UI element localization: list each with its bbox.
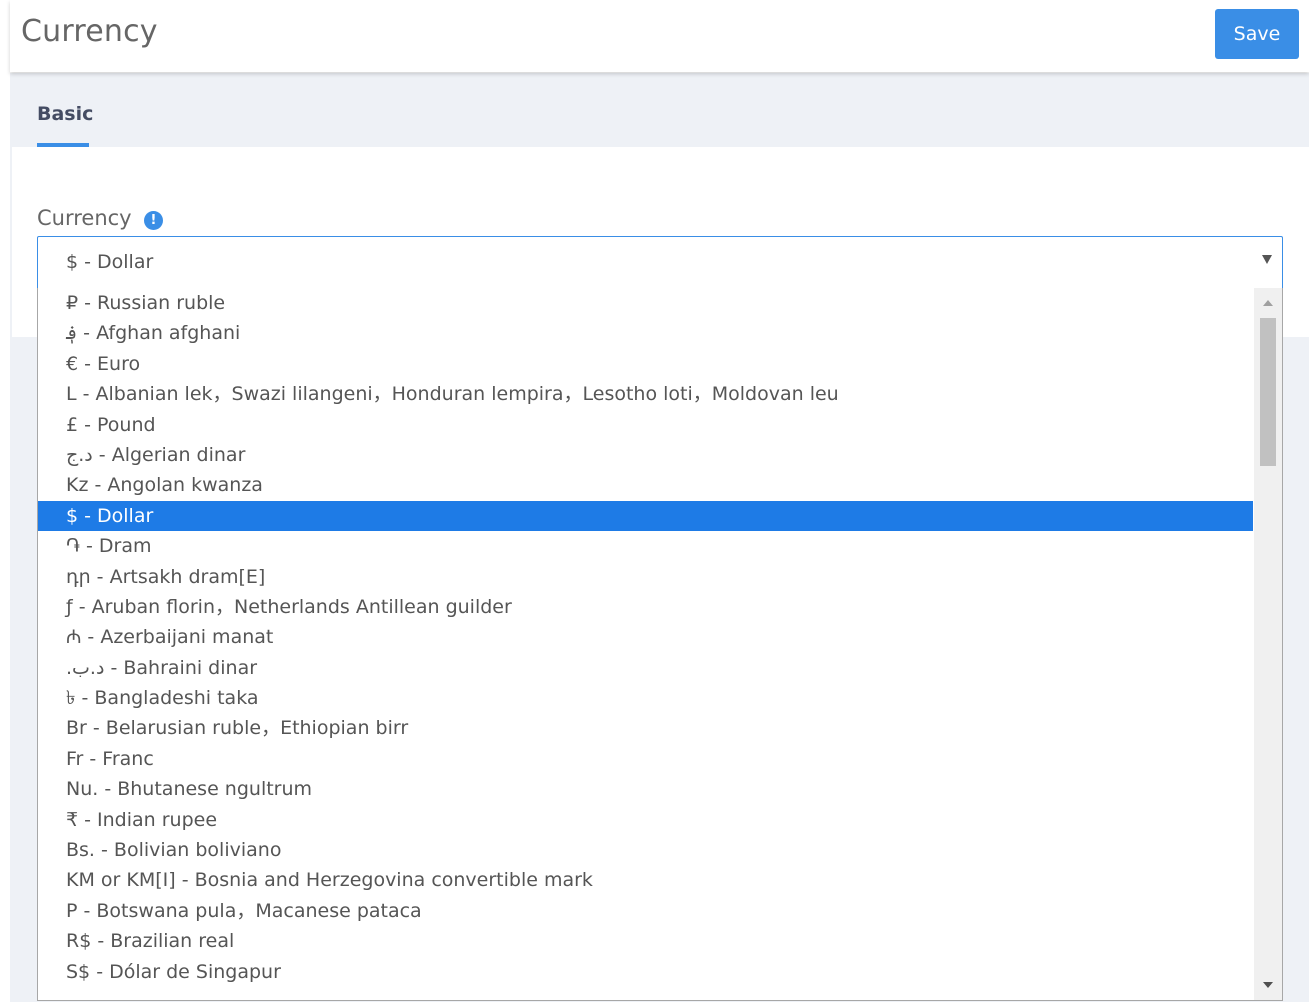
option-item[interactable]: ₹ - Indian rupee xyxy=(38,805,1253,835)
option-list: ₽ - Russian ruble ؋ - Afghan afghani € - E… xyxy=(38,288,1253,987)
scroll-thumb[interactable] xyxy=(1260,318,1276,466)
currency-dropdown-list[interactable]: ₽ - Russian ruble ؋ - Afghan afghani € - E… xyxy=(37,288,1283,1001)
option-item[interactable]: Bs. - Bolivian boliviano xyxy=(38,835,1253,865)
scroll-down-icon[interactable] xyxy=(1263,982,1273,988)
option-item[interactable]: ؋ - Afghan afghani xyxy=(38,318,1253,348)
save-button[interactable]: Save xyxy=(1215,9,1299,59)
option-item[interactable]: ֏ - Dram xyxy=(38,531,1253,561)
tab-bar: Basic xyxy=(10,73,1309,147)
option-item[interactable]: Kz - Angolan kwanza xyxy=(38,470,1253,500)
option-item[interactable]: ₽ - Russian ruble xyxy=(38,288,1253,318)
page-title: Currency xyxy=(21,14,158,49)
option-selected[interactable]: $ - Dollar xyxy=(38,500,1253,532)
dropdown-scrollbar[interactable] xyxy=(1254,288,1282,1000)
option-item[interactable]: S$ - Dólar de Singapur xyxy=(38,957,1253,987)
option-item[interactable]: KM or KM[I] - Bosnia and Herzegovina con… xyxy=(38,865,1253,895)
option-item[interactable]: Br - Belarusian ruble，Ethiopian birr xyxy=(38,713,1253,743)
currency-select-value: $ - Dollar xyxy=(66,251,154,273)
option-item[interactable]: Fr - Franc xyxy=(38,744,1253,774)
currency-select[interactable]: $ - Dollar xyxy=(37,236,1283,290)
scroll-up-icon[interactable] xyxy=(1263,300,1273,306)
option-item[interactable]: դր - Artsakh dram[E] xyxy=(38,562,1253,592)
page: Currency Save Basic Currency ! $ - Dolla… xyxy=(0,0,1309,1002)
option-item[interactable]: R$ - Brazilian real xyxy=(38,926,1253,956)
chevron-down-icon xyxy=(1262,255,1272,264)
option-item[interactable]: ƒ - Aruban florin，Netherlands Antillean … xyxy=(38,592,1253,622)
option-item[interactable]: .د.ب - Bahraini dinar xyxy=(38,653,1253,683)
option-item[interactable]: € - Euro xyxy=(38,349,1253,379)
info-icon[interactable]: ! xyxy=(144,211,163,230)
option-item[interactable]: ₼ - Azerbaijani manat xyxy=(38,622,1253,652)
option-item[interactable]: ৳ - Bangladeshi taka xyxy=(38,683,1253,713)
option-item[interactable]: P - Botswana pula，Macanese pataca xyxy=(38,896,1253,926)
option-item[interactable]: £ - Pound xyxy=(38,410,1253,440)
tab-basic[interactable]: Basic xyxy=(37,103,93,125)
option-item[interactable]: Nu. - Bhutanese ngultrum xyxy=(38,774,1253,804)
page-header: Currency Save xyxy=(10,0,1309,72)
option-item[interactable]: L - Albanian lek，Swazi lilangeni，Hondura… xyxy=(38,379,1253,409)
currency-field-label: Currency xyxy=(37,206,132,230)
option-item[interactable]: د.ج - Algerian dinar xyxy=(38,440,1253,470)
